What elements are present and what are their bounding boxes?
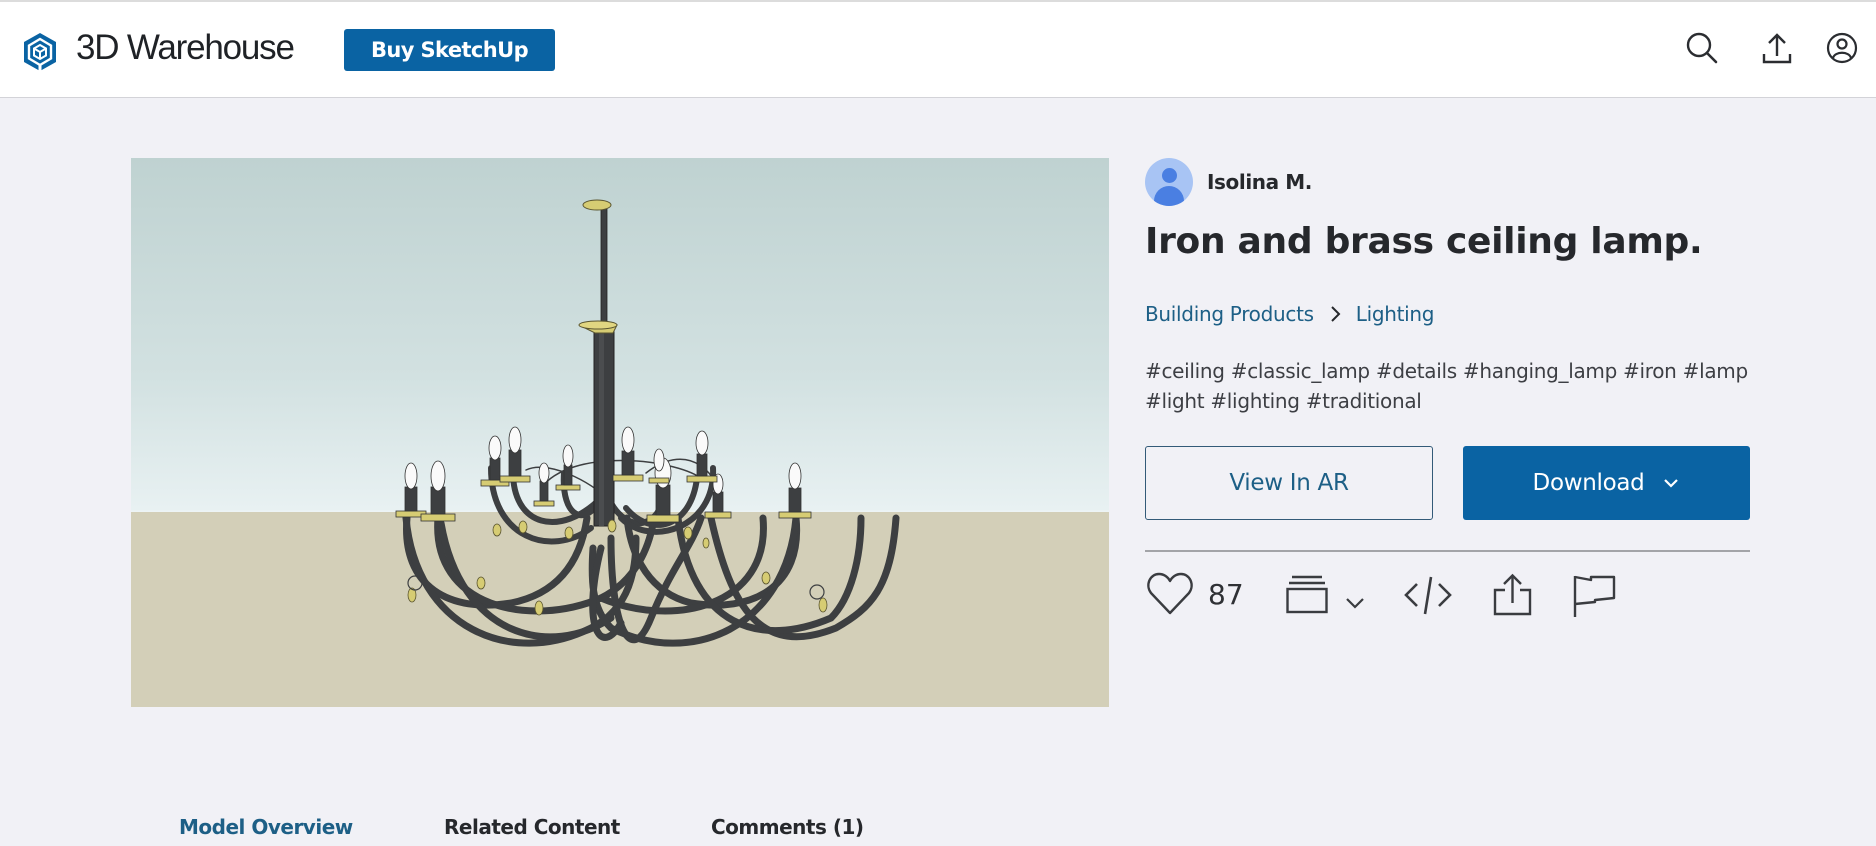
embed-code-button[interactable] — [1403, 574, 1453, 616]
breadcrumb-lighting[interactable]: Lighting — [1356, 302, 1435, 326]
avatar-body — [1154, 186, 1184, 206]
author-name[interactable]: Isolina M. — [1207, 170, 1312, 194]
app-title[interactable]: 3D Warehouse — [76, 28, 295, 68]
divider — [1145, 550, 1750, 552]
download-label: Download — [1532, 470, 1645, 496]
view-in-ar-button[interactable]: View In AR — [1145, 446, 1433, 520]
buy-sketchup-button[interactable]: Buy SketchUp — [344, 29, 555, 71]
breadcrumb: Building Products Lighting — [1145, 302, 1435, 326]
embed-code-icon — [1404, 576, 1452, 615]
tag-list: #ceiling #classic_lamp #details #hanging… — [1145, 356, 1765, 416]
like-count: 87 — [1208, 577, 1244, 611]
tab-related-content[interactable]: Related Content — [444, 815, 620, 839]
like-button[interactable]: 87 — [1146, 571, 1244, 617]
collection-icon — [1286, 575, 1328, 614]
chevron-down-icon — [1664, 479, 1679, 488]
flag-icon — [1573, 575, 1616, 617]
chevron-down-icon — [1346, 598, 1364, 609]
add-to-collection-button[interactable] — [1286, 574, 1366, 614]
avatar-head — [1162, 168, 1177, 183]
report-flag-button[interactable] — [1573, 574, 1617, 618]
logo-icon[interactable] — [21, 32, 59, 72]
tab-model-overview[interactable]: Model Overview — [179, 815, 353, 839]
tab-comments[interactable]: Comments (1) — [711, 815, 864, 839]
tags-line-1[interactable]: #ceiling #classic_lamp #details #hanging… — [1145, 356, 1765, 386]
model-preview[interactable] — [131, 158, 1109, 707]
model-title: Iron and brass ceiling lamp. — [1145, 221, 1703, 262]
avatar[interactable] — [1145, 158, 1193, 206]
chevron-right-icon — [1331, 306, 1341, 322]
user-account-icon[interactable] — [1825, 30, 1859, 66]
top-nav-bar: 3D Warehouse Buy SketchUp — [0, 2, 1876, 98]
search-icon[interactable] — [1685, 30, 1719, 66]
tags-line-2[interactable]: #light #lighting #traditional — [1145, 386, 1765, 416]
chandelier-illustration — [395, 199, 900, 647]
author-info[interactable]: Isolina M. — [1145, 158, 1312, 206]
upload-icon[interactable] — [1760, 30, 1794, 66]
share-icon — [1493, 573, 1532, 616]
download-button[interactable]: Download — [1463, 446, 1750, 520]
heart-icon — [1147, 572, 1193, 615]
view-in-ar-label: View In AR — [1229, 470, 1349, 496]
share-button[interactable] — [1493, 573, 1533, 617]
breadcrumb-building-products[interactable]: Building Products — [1145, 302, 1314, 326]
